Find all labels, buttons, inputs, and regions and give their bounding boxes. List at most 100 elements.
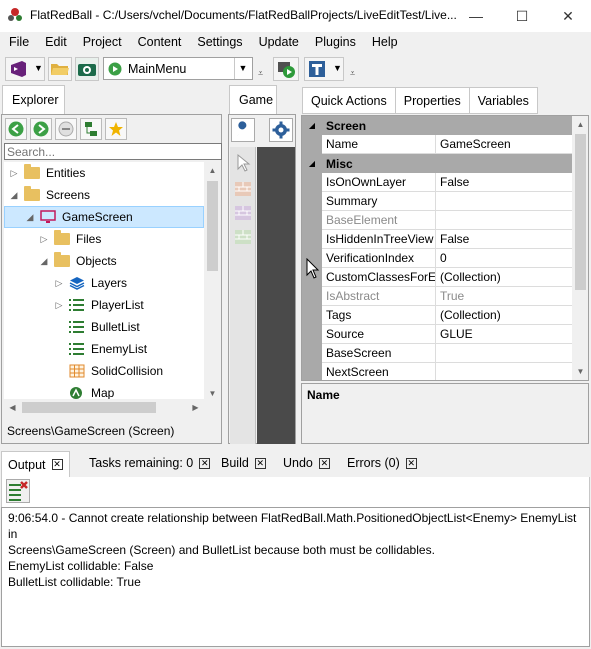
tree-vertical-scrollbar[interactable]: ▲ ▼ [204,162,221,402]
property-row[interactable]: Summary [322,192,572,211]
scroll-right-icon[interactable]: ▶ [187,399,204,416]
property-value[interactable]: 0 [436,249,572,267]
tree-horizontal-scrollbar[interactable]: ◀ ▶ [4,399,204,416]
tab-properties[interactable]: Properties [395,87,470,114]
property-value[interactable]: False [436,230,572,248]
collapsed-arrow-icon[interactable]: ▷ [8,168,20,179]
property-value[interactable] [436,344,572,362]
scroll-thumb-horizontal[interactable] [22,402,156,413]
collapsed-arrow-icon[interactable]: ▷ [53,300,65,311]
close-icon[interactable]: ✕ [51,459,63,470]
tree-item-files[interactable]: ▷ Files [4,228,204,250]
tree-item-bulletlist[interactable]: BulletList [4,316,204,338]
scroll-up-icon[interactable]: ▲ [204,162,221,179]
tab-errors[interactable]: Errors (0) ✕ [341,451,423,475]
collapse-button[interactable] [55,118,77,140]
tab-build[interactable]: Build ✕ [215,451,272,475]
back-button[interactable] [5,118,27,140]
tab-output[interactable]: Output ✕ [1,451,70,477]
property-row[interactable]: IsAbstract True [322,287,572,306]
menu-settings[interactable]: Settings [189,32,250,54]
expanded-arrow-icon[interactable]: ◢ [24,212,36,223]
output-log[interactable]: 9:06:54.0 - Cannot create relationship b… [1,507,590,647]
close-icon[interactable]: ✕ [199,457,211,469]
scroll-down-icon[interactable]: ▼ [204,385,221,402]
remote-play-button[interactable] [273,57,299,81]
clear-output-button[interactable] [6,479,30,503]
forward-button[interactable] [30,118,52,140]
screen-select[interactable]: MainMenu ▼ [103,57,253,80]
menu-project[interactable]: Project [75,32,130,54]
menu-help[interactable]: Help [364,32,406,54]
screenshot-button[interactable] [75,57,99,81]
menu-edit[interactable]: Edit [37,32,75,54]
open-folder-button[interactable] [48,57,72,81]
scroll-down-icon[interactable]: ▼ [572,363,588,380]
property-value[interactable] [436,192,572,210]
property-value[interactable]: False [436,173,572,191]
scroll-thumb[interactable] [207,181,218,271]
select-cursor-button[interactable] [233,153,253,173]
property-row[interactable]: Tags (Collection) [322,306,572,325]
property-row[interactable]: NextScreen [322,363,572,380]
property-value[interactable] [436,363,572,380]
close-icon[interactable]: ✕ [405,457,417,469]
tree-item-playerlist[interactable]: ▷ PlayerList [4,294,204,316]
visual-studio-button[interactable]: ▼ [5,57,45,81]
settings-button[interactable] [269,118,293,142]
tab-variables[interactable]: Variables [469,87,538,114]
property-row[interactable]: IsOnOwnLayer False [322,173,572,192]
tree-item-gamescreen[interactable]: ◢ GameScreen [4,206,204,228]
tool-button-2[interactable] [233,203,253,223]
tree-item-objects[interactable]: ◢ Objects [4,250,204,272]
scroll-up-icon[interactable]: ▲ [572,116,588,133]
property-row[interactable]: Source GLUE [322,325,572,344]
property-value[interactable]: GLUE [436,325,572,343]
menu-plugins[interactable]: Plugins [307,32,364,54]
property-row[interactable]: Name GameScreen [322,135,572,154]
close-button[interactable]: ✕ [545,0,591,32]
tree-item-enemylist[interactable]: EnemyList [4,338,204,360]
collapsed-arrow-icon[interactable]: ▷ [38,234,50,245]
property-row[interactable]: CustomClassesForEx (Collection) [322,268,572,287]
menu-file[interactable]: File [0,32,37,54]
expanded-arrow-icon[interactable]: ◢ [38,256,50,267]
tool-button-1[interactable] [233,179,253,199]
tree-item-solidcollision[interactable]: SolidCollision [4,360,204,382]
close-icon[interactable]: ✕ [318,457,330,469]
property-grid-scrollbar[interactable]: ▲ ▼ [572,116,588,380]
property-row[interactable]: VerificationIndex 0 [322,249,572,268]
category-misc[interactable]: ◢ Misc [302,154,572,173]
property-value[interactable]: GameScreen [436,135,572,153]
tree-item-screens[interactable]: ◢ Screens [4,184,204,206]
game-viewport[interactable] [257,147,295,444]
toolbar-tool-dropdown[interactable]: ▼ [304,57,344,81]
wrench-button[interactable] [231,118,255,142]
expanded-arrow-icon[interactable]: ◢ [8,190,20,201]
property-row[interactable]: IsHiddenInTreeView False [322,230,572,249]
collapsed-arrow-icon[interactable]: ▷ [53,278,65,289]
tool-button-3[interactable] [233,227,253,247]
tree-item-layers[interactable]: ▷ Layers [4,272,204,294]
collapse-arrow-icon[interactable]: ◢ [302,159,322,168]
tree-item-entities[interactable]: ▷ Entities [4,162,204,184]
close-icon[interactable]: ✕ [254,457,266,469]
add-file-button[interactable] [80,118,102,140]
collapse-arrow-icon[interactable]: ◢ [302,121,322,130]
menu-update[interactable]: Update [251,32,307,54]
tab-tasks[interactable]: Tasks remaining: 0 ✕ [83,451,216,475]
scroll-left-icon[interactable]: ◀ [4,399,21,416]
tab-game[interactable]: Game [229,85,277,115]
minimize-button[interactable]: — [453,0,499,32]
menu-content[interactable]: Content [130,32,190,54]
favorites-button[interactable] [105,118,127,140]
tab-quick-actions[interactable]: Quick Actions [302,87,396,114]
tab-undo[interactable]: Undo ✕ [277,451,336,475]
category-screen[interactable]: ◢ Screen [302,116,572,135]
tab-explorer[interactable]: Explorer [2,85,65,115]
maximize-button[interactable]: ☐ [499,0,545,32]
property-row[interactable]: BaseScreen [322,344,572,363]
property-value[interactable]: (Collection) [436,306,572,324]
property-value[interactable]: (Collection) [436,268,572,286]
scroll-thumb[interactable] [575,134,586,290]
